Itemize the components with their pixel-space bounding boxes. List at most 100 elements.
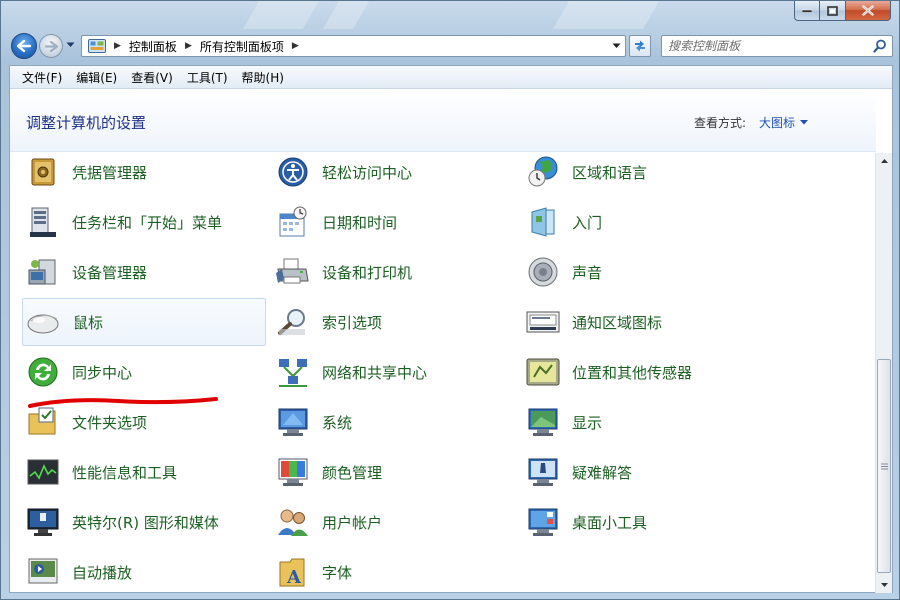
menu-edit[interactable]: 编辑(E) (76, 69, 117, 86)
item-label: 同步中心 (72, 363, 133, 382)
address-bar[interactable]: ▶ 控制面板 ▶ 所有控制面板项 ▶ (81, 35, 626, 57)
menu-view[interactable]: 查看(V) (131, 69, 173, 86)
item-getting-started[interactable]: 入门 (522, 198, 766, 246)
item-location-sensors[interactable]: 位置和其他传感器 (522, 348, 766, 396)
glass-streak (322, 1, 370, 29)
navigation-row: ▶ 控制面板 ▶ 所有控制面板项 ▶ (9, 31, 893, 61)
breadcrumb-separator-icon[interactable]: ▶ (185, 41, 192, 51)
item-fonts[interactable]: A 字体 (272, 548, 516, 596)
scroll-down-button[interactable] (876, 577, 892, 593)
client-area: 文件(F) 编辑(E) 查看(V) 工具(T) 帮助(H) 调整计算机的设置 查… (9, 65, 893, 593)
item-desktop-gadgets[interactable]: 桌面小工具 (522, 498, 766, 546)
breadcrumb-separator-icon[interactable]: ▶ (114, 41, 121, 51)
menu-file[interactable]: 文件(F) (22, 69, 62, 86)
item-color-management[interactable]: 颜色管理 (272, 448, 516, 496)
scrollbar-thumb[interactable] (877, 359, 891, 573)
item-label: 颜色管理 (322, 463, 383, 482)
item-label: 字体 (322, 563, 353, 582)
restore-icon (827, 5, 838, 16)
item-system[interactable]: 系统 (272, 398, 516, 446)
item-display[interactable]: 显示 (522, 398, 766, 446)
item-sound[interactable]: 声音 (522, 248, 766, 296)
item-label: 自动播放 (72, 563, 133, 582)
item-ease-of-access[interactable]: 轻松访问中心 (272, 148, 516, 196)
vault-icon (26, 155, 60, 189)
item-label: 疑难解答 (572, 463, 633, 482)
notification-area-icon (526, 305, 560, 339)
item-device-manager[interactable]: 设备管理器 (22, 248, 266, 296)
search-icon[interactable] (873, 39, 887, 53)
item-mouse[interactable]: 鼠标 (22, 298, 266, 346)
folder-options-icon (26, 405, 60, 439)
calendar-clock-icon (276, 205, 310, 239)
item-label: 任务栏和「开始」菜单 (72, 213, 223, 232)
item-troubleshooting[interactable]: 疑难解答 (522, 448, 766, 496)
search-box[interactable] (661, 35, 893, 57)
item-sync-center[interactable]: 同步中心 (22, 348, 266, 396)
item-label: 设备管理器 (72, 263, 148, 282)
annotation-underline (28, 397, 218, 408)
forward-button[interactable] (39, 34, 63, 58)
location-sensor-icon (526, 355, 560, 389)
menu-bar: 文件(F) 编辑(E) 查看(V) 工具(T) 帮助(H) (10, 66, 892, 89)
system-icon (276, 405, 310, 439)
address-dropdown-icon[interactable] (612, 43, 621, 49)
item-intel-graphics-media[interactable]: 英特尔(R) 图形和媒体 (22, 498, 266, 546)
maximize-button[interactable] (820, 1, 846, 21)
item-date-time[interactable]: 日期和时间 (272, 198, 516, 246)
vertical-scrollbar[interactable] (875, 153, 892, 593)
item-label: 桌面小工具 (572, 513, 648, 532)
chevron-up-icon (880, 159, 888, 163)
breadcrumb-all-items[interactable]: 所有控制面板项 (200, 38, 284, 55)
close-button[interactable] (846, 1, 891, 21)
history-dropdown-icon[interactable] (66, 42, 75, 48)
item-network-sharing[interactable]: 网络和共享中心 (272, 348, 516, 396)
menu-help[interactable]: 帮助(H) (242, 69, 284, 86)
performance-icon (26, 455, 60, 489)
control-panel-icon (88, 39, 106, 53)
color-management-icon (276, 455, 310, 489)
item-user-accounts[interactable]: 用户帐户 (272, 498, 516, 546)
chevron-down-icon (880, 583, 888, 587)
item-label: 索引选项 (322, 313, 383, 332)
refresh-button[interactable] (629, 35, 651, 57)
item-region-language[interactable]: 区域和语言 (522, 148, 766, 196)
item-notification-icons[interactable]: 通知区域图标 (522, 298, 766, 346)
view-by-dropdown[interactable]: 大图标 (759, 114, 809, 131)
autoplay-icon (26, 555, 60, 589)
fonts-folder-icon: A (276, 555, 310, 589)
minimize-button[interactable] (794, 1, 820, 21)
item-label: 系统 (322, 413, 353, 432)
minimize-icon (802, 9, 812, 13)
item-label: 声音 (572, 263, 603, 282)
search-input[interactable] (668, 39, 868, 53)
globe-clock-icon (526, 155, 560, 189)
sync-icon (26, 355, 60, 389)
breadcrumb-separator-icon[interactable]: ▶ (292, 41, 299, 51)
item-performance-info[interactable]: 性能信息和工具 (22, 448, 266, 496)
speaker-icon (526, 255, 560, 289)
window-frame: ▶ 控制面板 ▶ 所有控制面板项 ▶ 文件(F) 编辑(E) 查看(V) (0, 0, 900, 600)
caption-buttons (794, 1, 891, 21)
item-autoplay[interactable]: 自动播放 (22, 548, 266, 596)
item-indexing-options[interactable]: 索引选项 (272, 298, 516, 346)
item-label: 文件夹选项 (72, 413, 148, 432)
glass-streak (552, 1, 660, 29)
taskbar-icon (26, 205, 60, 239)
item-label: 日期和时间 (322, 213, 398, 232)
item-label: 通知区域图标 (572, 313, 663, 332)
menu-tools[interactable]: 工具(T) (187, 69, 228, 86)
troubleshooting-icon (526, 455, 560, 489)
scroll-up-button[interactable] (876, 153, 892, 169)
item-label: 鼠标 (73, 313, 104, 332)
back-button[interactable] (11, 33, 37, 59)
item-taskbar-start-menu[interactable]: 任务栏和「开始」菜单 (22, 198, 266, 246)
item-devices-printers[interactable]: 设备和打印机 (272, 248, 516, 296)
breadcrumb-control-panel[interactable]: 控制面板 (129, 38, 177, 55)
item-credential-manager[interactable]: 凭据管理器 (22, 148, 266, 196)
item-label: 显示 (572, 413, 603, 432)
item-label: 性能信息和工具 (72, 463, 178, 482)
refresh-icon (635, 40, 645, 52)
svg-text:A: A (286, 567, 302, 588)
view-by-value[interactable]: 大图标 (759, 114, 795, 131)
